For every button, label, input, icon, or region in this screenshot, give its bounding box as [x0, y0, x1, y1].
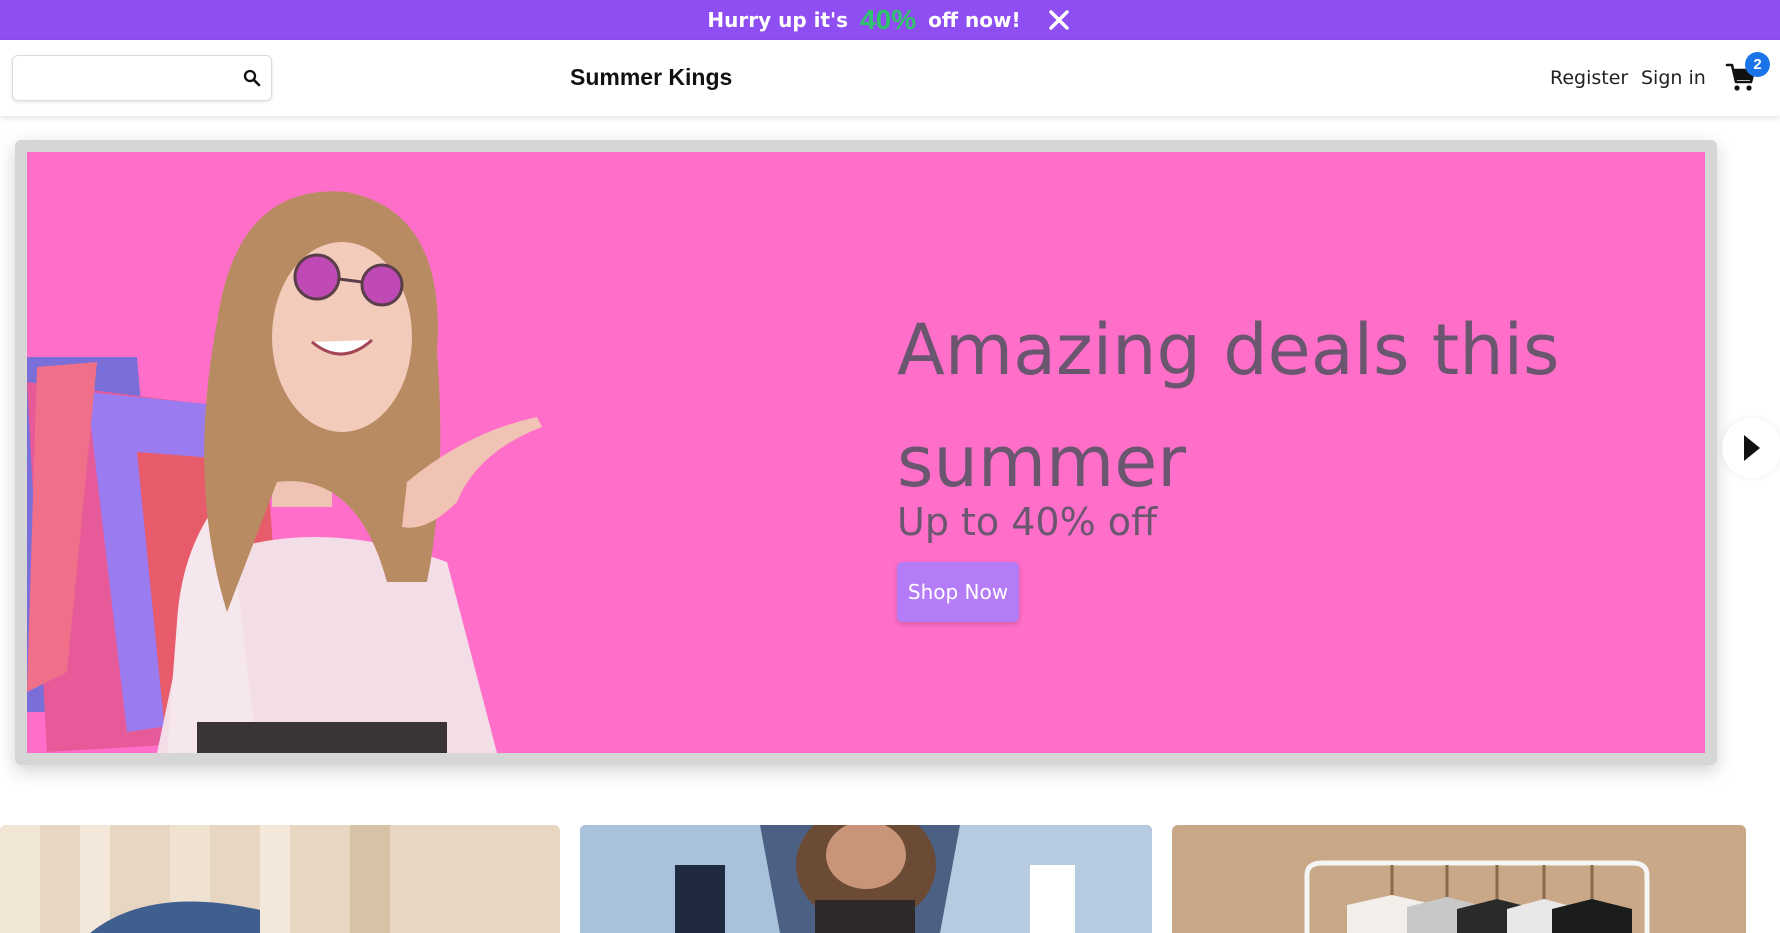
category-card-rack[interactable] [1172, 825, 1746, 933]
promo-banner: Hurry up it's 40% off now! [0, 0, 1780, 40]
search-icon[interactable] [243, 69, 261, 87]
promo-percent: 40% [860, 4, 917, 35]
category-card-denim[interactable] [0, 825, 560, 933]
denim-jackets-photo [580, 825, 1152, 933]
close-icon[interactable] [1045, 6, 1073, 34]
clothes-rack-photo [1172, 825, 1746, 933]
search-box[interactable] [12, 55, 272, 101]
denim-photo [0, 825, 560, 933]
shop-now-button[interactable]: Shop Now [897, 562, 1019, 622]
hero-slide: Amazing deals this summer Up to 40% off … [27, 152, 1705, 753]
hero-headline: Amazing deals this summer [897, 309, 1560, 503]
promo-prefix: Hurry up it's [707, 8, 849, 32]
sign-in-link[interactable]: Sign in [1641, 67, 1706, 89]
site-header: Summer Kings Register Sign in 2 [0, 40, 1780, 116]
carousel-next-button[interactable] [1722, 418, 1780, 478]
register-link[interactable]: Register [1550, 67, 1628, 89]
brand-logo[interactable]: Summer Kings [570, 64, 732, 91]
hero-subline: Up to 40% off [897, 500, 1158, 544]
chevron-right-icon [1744, 435, 1760, 461]
cart-count-badge: 2 [1745, 52, 1770, 77]
promo-suffix: off now! [928, 8, 1021, 32]
search-input[interactable] [21, 62, 231, 94]
hero-model-image [27, 191, 542, 753]
category-card-jackets[interactable] [580, 825, 1152, 933]
